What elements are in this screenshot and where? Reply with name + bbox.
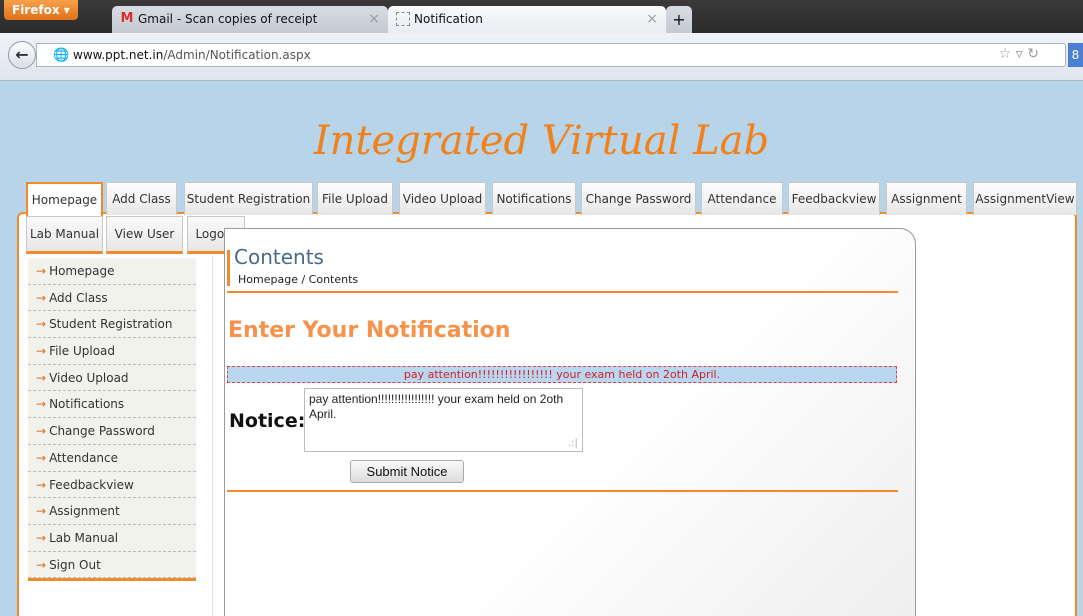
nav-assignment[interactable]: Assignment: [886, 182, 967, 215]
submit-notice-button[interactable]: Submit Notice: [350, 460, 464, 483]
sidebar-item-add-class[interactable]: → Add Class: [28, 284, 196, 312]
sidebar: → Homepage → Add Class → Student Registrati…: [28, 258, 196, 582]
sidebar-item-change-password[interactable]: → Change Password: [28, 418, 196, 445]
new-tab-button[interactable]: +: [666, 6, 692, 33]
tab-title: Notification: [414, 12, 483, 26]
nav-student-registration[interactable]: Student Registration: [184, 182, 313, 215]
browser-tab-bar: Firefox ▾ M Gmail - Scan copies of recei…: [0, 0, 1083, 33]
sidebar-item-student-registration[interactable]: → Student Registration: [28, 311, 196, 339]
nav-video-upload[interactable]: Video Upload: [399, 182, 486, 215]
arrow-icon: →: [36, 530, 47, 545]
sidebar-item-assignment[interactable]: → Assignment: [28, 498, 196, 525]
arrow-icon: →: [36, 370, 47, 385]
arrow-icon: →: [36, 477, 47, 492]
tab-title: Gmail - Scan copies of receipt: [138, 12, 318, 26]
heading-accent-bar: [227, 250, 230, 286]
arrow-icon: →: [36, 557, 47, 572]
gmail-icon: M: [120, 11, 134, 26]
bookmark-star-icon[interactable]: ☆ ▿ ↻: [999, 46, 1039, 62]
url-text: www.ppt.net.in/Admin/Notification.aspx: [73, 48, 311, 62]
browser-nav-bar: 🌐 www.ppt.net.in/Admin/Notification.aspx…: [0, 33, 1083, 81]
notice-textarea[interactable]: pay attention!!!!!!!!!!!!!!!!! your exam…: [304, 388, 583, 452]
arrow-icon: →: [36, 424, 47, 439]
sidebar-item-attendance[interactable]: → Attendance: [28, 444, 196, 472]
divider: [227, 490, 898, 492]
nav-add-class[interactable]: Add Class: [106, 182, 177, 215]
page-icon: [396, 12, 410, 26]
sidebar-item-feedbackview[interactable]: → Feedbackview: [28, 471, 196, 499]
sidebar-item-homepage[interactable]: → Homepage: [28, 258, 196, 285]
site-title: Integrated Virtual Lab: [313, 118, 770, 164]
divider: [227, 291, 898, 293]
tab-notification[interactable]: Notification ×: [388, 6, 666, 33]
nav-feedbackview[interactable]: Feedbackview: [788, 182, 880, 215]
sidebar-divider: [212, 256, 213, 616]
close-tab-icon[interactable]: ×: [646, 6, 658, 33]
back-button[interactable]: ←: [8, 41, 36, 69]
arrow-icon: →: [36, 344, 47, 359]
nav-homepage[interactable]: Homepage: [26, 182, 103, 218]
arrow-icon: →: [36, 504, 47, 519]
sidebar-item-file-upload[interactable]: → File Upload: [28, 338, 196, 365]
arrow-icon: →: [36, 450, 47, 465]
globe-icon: 🌐: [53, 48, 70, 63]
firefox-menu-button[interactable]: Firefox ▾: [4, 0, 78, 20]
form-title: Enter Your Notification: [228, 318, 511, 343]
arrow-icon: →: [36, 317, 47, 332]
nav-assignmentview[interactable]: AssignmentView: [973, 182, 1077, 215]
url-bar[interactable]: 🌐 www.ppt.net.in/Admin/Notification.aspx…: [36, 43, 1066, 67]
resize-grip-icon[interactable]: .:|: [568, 438, 578, 449]
tab-gmail[interactable]: M Gmail - Scan copies of receipt ×: [112, 6, 388, 33]
notice-label: Notice:: [229, 410, 306, 432]
nav-file-upload[interactable]: File Upload: [317, 182, 393, 215]
sidebar-item-notifications[interactable]: → Notifications: [28, 391, 196, 419]
nav-view-user[interactable]: View User: [106, 216, 183, 254]
sidebar-item-sign-out[interactable]: → Sign Out: [28, 551, 196, 579]
breadcrumb: Homepage / Contents: [238, 273, 359, 286]
close-tab-icon[interactable]: ×: [368, 6, 380, 33]
sidebar-item-lab-manual[interactable]: → Lab Manual: [28, 524, 196, 552]
sidebar-item-video-upload[interactable]: → Video Upload: [28, 364, 196, 392]
nav-change-password[interactable]: Change Password: [581, 182, 696, 215]
arrow-icon: →: [36, 290, 47, 305]
nav-notifications[interactable]: Notifications: [492, 182, 576, 215]
arrow-icon: →: [36, 264, 47, 278]
nav-attendance[interactable]: Attendance: [701, 182, 783, 215]
content-heading: Contents: [234, 245, 324, 269]
nav-lab-manual[interactable]: Lab Manual: [26, 216, 103, 254]
status-message: pay attention!!!!!!!!!!!!!!!!! your exam…: [227, 366, 897, 383]
arrow-icon: →: [36, 397, 47, 412]
google-search-icon[interactable]: 8: [1068, 43, 1083, 67]
